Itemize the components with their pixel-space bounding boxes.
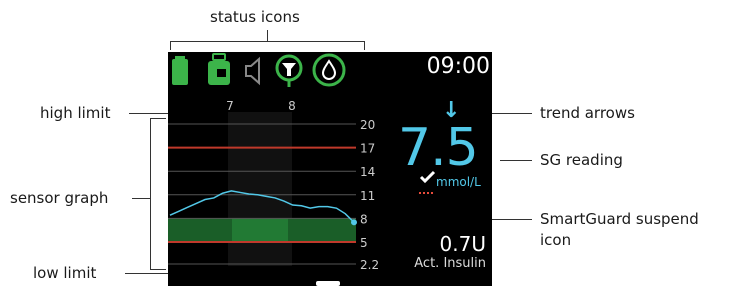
status-icons-bracket-left-tick [170,41,171,50]
smartguard-label-line1: SmartGuard suspend [540,210,699,228]
sg-unit: mmol/L [436,175,481,189]
status-icons-label: status icons [210,8,300,26]
sensor-graph-leader-line [132,198,150,199]
y-tick-label: 17 [360,142,375,156]
scroll-indicator [316,281,340,286]
y-tick-label: 2.2 [360,258,379,272]
sensor-graph-bracket-top-tick [150,118,166,119]
y-tick-label: 8 [360,212,368,226]
status-icons-bracket-right-tick [364,41,365,50]
trend-arrows-label: trend arrows [540,104,635,122]
y-tick-label: 20 [360,118,375,132]
x-tick-label: 8 [288,99,296,113]
sg-reading-label: SG reading [540,151,623,169]
target-range-band-highlight [232,218,288,242]
sensor-graph-bracket-bottom-tick [150,269,166,270]
sensor-graph-bracket-vertical [150,118,151,270]
latest-reading-point [351,219,357,226]
low-limit-label: low limit [33,264,97,282]
smartguard-label-line2: icon [540,231,572,249]
active-insulin-label: Act. Insulin [414,256,486,271]
x-tick-label: 7 [226,99,234,113]
sensor-graph-label: sensor graph [10,189,109,207]
sg-value: 7.5 [398,118,479,178]
sg-reading-leader-line [500,160,532,161]
y-tick-label: 11 [360,189,375,203]
high-limit-label: high limit [40,104,111,122]
status-icons-bracket-horizontal [170,41,365,42]
pump-screen: 09:00 20 17 14 11 8 5 2.2 7 8 ↓ 7.5 mmol/L 0.7U … [168,52,492,286]
active-insulin-value: 0.7U [439,232,486,256]
y-tick-label: 5 [360,236,368,250]
y-tick-label: 14 [360,165,375,179]
